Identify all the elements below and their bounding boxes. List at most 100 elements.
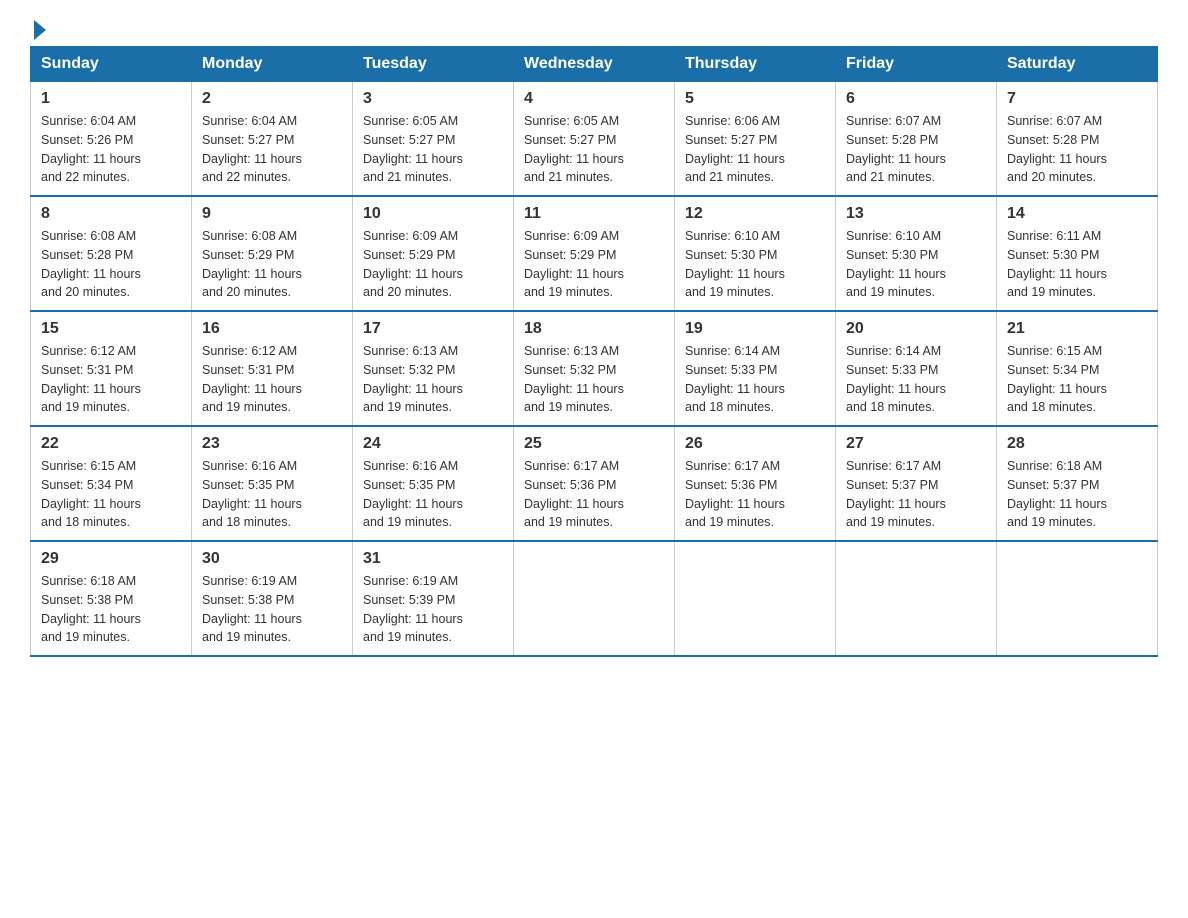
- day-info: Sunrise: 6:16 AMSunset: 5:35 PMDaylight:…: [363, 457, 503, 532]
- day-info: Sunrise: 6:17 AMSunset: 5:37 PMDaylight:…: [846, 457, 986, 532]
- day-number: 14: [1007, 205, 1147, 223]
- calendar-cell: 29Sunrise: 6:18 AMSunset: 5:38 PMDayligh…: [31, 541, 192, 656]
- day-info: Sunrise: 6:13 AMSunset: 5:32 PMDaylight:…: [524, 342, 664, 417]
- day-number: 2: [202, 90, 342, 108]
- day-info: Sunrise: 6:08 AMSunset: 5:28 PMDaylight:…: [41, 227, 181, 302]
- header-thursday: Thursday: [675, 47, 836, 82]
- calendar-cell: 7 Sunrise: 6:07 AMSunset: 5:28 PMDaylight…: [997, 82, 1158, 197]
- calendar-cell: 14 Sunrise: 6:11 AMSunset: 5:30 PMDayligh…: [997, 196, 1158, 311]
- day-number: 27: [846, 435, 986, 453]
- day-number: 25: [524, 435, 664, 453]
- calendar-cell: 31 Sunrise: 6:19 AMSunset: 5:39 PMDayligh…: [353, 541, 514, 656]
- calendar-cell: [514, 541, 675, 656]
- day-info: Sunrise: 6:15 AMSunset: 5:34 PMDaylight:…: [1007, 342, 1147, 417]
- page-header: [30, 20, 1158, 36]
- day-info: Sunrise: 6:06 AMSunset: 5:27 PMDaylight:…: [685, 112, 825, 187]
- calendar-week-row: 22Sunrise: 6:15 AMSunset: 5:34 PMDayligh…: [31, 426, 1158, 541]
- day-number: 15: [41, 320, 181, 338]
- header-friday: Friday: [836, 47, 997, 82]
- day-number: 30: [202, 550, 342, 568]
- day-info: Sunrise: 6:04 AMSunset: 5:26 PMDaylight:…: [41, 112, 181, 187]
- calendar-cell: 23 Sunrise: 6:16 AMSunset: 5:35 PMDayligh…: [192, 426, 353, 541]
- day-number: 13: [846, 205, 986, 223]
- day-number: 20: [846, 320, 986, 338]
- day-number: 23: [202, 435, 342, 453]
- calendar-week-row: 29Sunrise: 6:18 AMSunset: 5:38 PMDayligh…: [31, 541, 1158, 656]
- day-info: Sunrise: 6:16 AMSunset: 5:35 PMDaylight:…: [202, 457, 342, 532]
- calendar-cell: 28Sunrise: 6:18 AMSunset: 5:37 PMDayligh…: [997, 426, 1158, 541]
- calendar-cell: 3 Sunrise: 6:05 AMSunset: 5:27 PMDaylight…: [353, 82, 514, 197]
- header-tuesday: Tuesday: [353, 47, 514, 82]
- calendar-cell: 5Sunrise: 6:06 AMSunset: 5:27 PMDaylight…: [675, 82, 836, 197]
- calendar-cell: 22Sunrise: 6:15 AMSunset: 5:34 PMDayligh…: [31, 426, 192, 541]
- calendar-cell: 17 Sunrise: 6:13 AMSunset: 5:32 PMDayligh…: [353, 311, 514, 426]
- header-sunday: Sunday: [31, 47, 192, 82]
- calendar-cell: 27 Sunrise: 6:17 AMSunset: 5:37 PMDayligh…: [836, 426, 997, 541]
- day-info: Sunrise: 6:07 AMSunset: 5:28 PMDaylight:…: [1007, 112, 1147, 187]
- day-info: Sunrise: 6:12 AMSunset: 5:31 PMDaylight:…: [202, 342, 342, 417]
- day-number: 4: [524, 90, 664, 108]
- day-number: 1: [41, 90, 181, 108]
- logo-arrow-icon: [34, 20, 46, 40]
- day-number: 10: [363, 205, 503, 223]
- day-number: 7: [1007, 90, 1147, 108]
- day-info: Sunrise: 6:05 AMSunset: 5:27 PMDaylight:…: [363, 112, 503, 187]
- calendar-week-row: 8 Sunrise: 6:08 AMSunset: 5:28 PMDaylight…: [31, 196, 1158, 311]
- day-info: Sunrise: 6:14 AMSunset: 5:33 PMDaylight:…: [685, 342, 825, 417]
- calendar-cell: 15Sunrise: 6:12 AMSunset: 5:31 PMDayligh…: [31, 311, 192, 426]
- day-number: 19: [685, 320, 825, 338]
- day-number: 31: [363, 550, 503, 568]
- calendar-cell: 24 Sunrise: 6:16 AMSunset: 5:35 PMDayligh…: [353, 426, 514, 541]
- day-number: 18: [524, 320, 664, 338]
- day-number: 26: [685, 435, 825, 453]
- calendar-cell: 19 Sunrise: 6:14 AMSunset: 5:33 PMDayligh…: [675, 311, 836, 426]
- day-number: 6: [846, 90, 986, 108]
- day-info: Sunrise: 6:10 AMSunset: 5:30 PMDaylight:…: [846, 227, 986, 302]
- day-info: Sunrise: 6:18 AMSunset: 5:38 PMDaylight:…: [41, 572, 181, 647]
- day-info: Sunrise: 6:17 AMSunset: 5:36 PMDaylight:…: [685, 457, 825, 532]
- day-number: 16: [202, 320, 342, 338]
- day-info: Sunrise: 6:17 AMSunset: 5:36 PMDaylight:…: [524, 457, 664, 532]
- day-number: 28: [1007, 435, 1147, 453]
- day-number: 8: [41, 205, 181, 223]
- day-number: 12: [685, 205, 825, 223]
- calendar-cell: [675, 541, 836, 656]
- calendar-week-row: 15 Sunrise: 6:12 AMSunset: 5:31 PMDayligh…: [31, 311, 1158, 426]
- day-info: Sunrise: 6:09 AMSunset: 5:29 PMDaylight:…: [524, 227, 664, 302]
- calendar-cell: 12Sunrise: 6:10 AMSunset: 5:30 PMDayligh…: [675, 196, 836, 311]
- day-info: Sunrise: 6:08 AMSunset: 5:29 PMDaylight:…: [202, 227, 342, 302]
- day-info: Sunrise: 6:11 AMSunset: 5:30 PMDaylight:…: [1007, 227, 1147, 302]
- header-wednesday: Wednesday: [514, 47, 675, 82]
- header-saturday: Saturday: [997, 47, 1158, 82]
- day-info: Sunrise: 6:19 AMSunset: 5:38 PMDaylight:…: [202, 572, 342, 647]
- day-info: Sunrise: 6:19 AMSunset: 5:39 PMDaylight:…: [363, 572, 503, 647]
- day-info: Sunrise: 6:14 AMSunset: 5:33 PMDaylight:…: [846, 342, 986, 417]
- day-number: 21: [1007, 320, 1147, 338]
- day-info: Sunrise: 6:07 AMSunset: 5:28 PMDaylight:…: [846, 112, 986, 187]
- calendar-cell: [997, 541, 1158, 656]
- day-info: Sunrise: 6:13 AMSunset: 5:32 PMDaylight:…: [363, 342, 503, 417]
- header-monday: Monday: [192, 47, 353, 82]
- calendar-cell: 13 Sunrise: 6:10 AMSunset: 5:30 PMDayligh…: [836, 196, 997, 311]
- calendar-cell: 25 Sunrise: 6:17 AMSunset: 5:36 PMDayligh…: [514, 426, 675, 541]
- day-number: 22: [41, 435, 181, 453]
- day-number: 3: [363, 90, 503, 108]
- day-info: Sunrise: 6:04 AMSunset: 5:27 PMDaylight:…: [202, 112, 342, 187]
- calendar-cell: 8 Sunrise: 6:08 AMSunset: 5:28 PMDaylight…: [31, 196, 192, 311]
- calendar-cell: 21 Sunrise: 6:15 AMSunset: 5:34 PMDayligh…: [997, 311, 1158, 426]
- day-number: 11: [524, 205, 664, 223]
- calendar-cell: 10 Sunrise: 6:09 AMSunset: 5:29 PMDayligh…: [353, 196, 514, 311]
- day-info: Sunrise: 6:09 AMSunset: 5:29 PMDaylight:…: [363, 227, 503, 302]
- day-number: 17: [363, 320, 503, 338]
- calendar-cell: 9 Sunrise: 6:08 AMSunset: 5:29 PMDaylight…: [192, 196, 353, 311]
- calendar-cell: 4 Sunrise: 6:05 AMSunset: 5:27 PMDaylight…: [514, 82, 675, 197]
- calendar-cell: 26 Sunrise: 6:17 AMSunset: 5:36 PMDayligh…: [675, 426, 836, 541]
- day-number: 24: [363, 435, 503, 453]
- calendar-cell: 11 Sunrise: 6:09 AMSunset: 5:29 PMDayligh…: [514, 196, 675, 311]
- day-number: 9: [202, 205, 342, 223]
- calendar-cell: 18 Sunrise: 6:13 AMSunset: 5:32 PMDayligh…: [514, 311, 675, 426]
- calendar-cell: 30 Sunrise: 6:19 AMSunset: 5:38 PMDayligh…: [192, 541, 353, 656]
- day-info: Sunrise: 6:05 AMSunset: 5:27 PMDaylight:…: [524, 112, 664, 187]
- calendar-cell: 6 Sunrise: 6:07 AMSunset: 5:28 PMDaylight…: [836, 82, 997, 197]
- calendar-week-row: 1 Sunrise: 6:04 AMSunset: 5:26 PMDaylight…: [31, 82, 1158, 197]
